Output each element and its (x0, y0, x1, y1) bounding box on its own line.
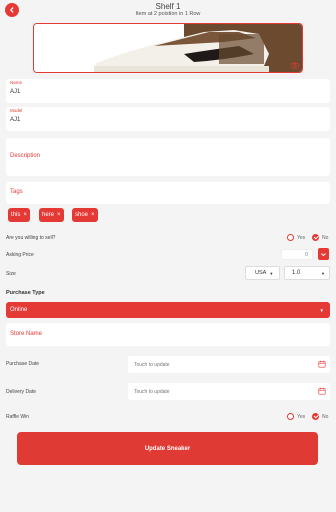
currency-dropdown[interactable] (318, 248, 329, 260)
tag-chip[interactable]: here × (39, 208, 64, 222)
asking-price-input[interactable]: 0 (281, 249, 313, 260)
delivery-date-input[interactable]: Touch to update (128, 383, 330, 400)
sell-yes-label: Yes (297, 235, 306, 241)
raffle-yes-label: Yes (297, 414, 306, 420)
calendar-icon[interactable] (318, 360, 326, 368)
model-field[interactable]: Model AJ1 (6, 107, 330, 131)
store-name-field[interactable]: Store Name (6, 323, 330, 346)
remove-tag-icon[interactable]: × (91, 212, 95, 218)
purchase-type-select[interactable]: Online ▼ (6, 302, 330, 318)
raffle-no-radio[interactable] (312, 413, 319, 420)
purchase-date-input[interactable]: Touch to update (128, 356, 330, 373)
description-field[interactable]: Description (6, 138, 330, 176)
size-label: Size (6, 271, 16, 277)
raffle-yes-radio[interactable] (287, 413, 294, 420)
page-title: Shelf 1 (155, 2, 181, 11)
calendar-icon[interactable] (318, 387, 326, 395)
tag-chip[interactable]: shoe × (72, 208, 98, 222)
update-sneaker-button[interactable]: Update Sneaker (17, 432, 318, 465)
raffle-no-label: No (322, 414, 329, 420)
model-value: AJ1 (10, 117, 21, 123)
store-name-placeholder: Store Name (10, 331, 43, 337)
purchase-date-label: Purchase Date (6, 361, 40, 367)
tags-field[interactable]: Tags (6, 182, 330, 204)
raffle-label: Raffle Win (6, 414, 29, 420)
size-region-select[interactable]: USA ▼ (245, 266, 280, 280)
asking-price-label: Asking Price (6, 252, 34, 258)
sneaker-image (34, 24, 302, 72)
name-field[interactable]: Name AJ1 (6, 79, 330, 103)
chevron-down-icon (321, 252, 326, 256)
name-value: AJ1 (10, 89, 21, 95)
size-value-select[interactable]: 1.0 ▼ (284, 266, 330, 280)
caret-down-icon: ▼ (321, 270, 325, 276)
sell-label: Are you willing to sell? (6, 235, 56, 241)
delivery-date-label: Delivery Date (6, 389, 37, 395)
tag-chip[interactable]: this × (8, 208, 30, 222)
page-subtitle: Item at 2 poistion in 1 Row (135, 11, 201, 17)
sell-no-label: No (322, 235, 329, 241)
sell-yes-radio[interactable] (287, 234, 294, 241)
camera-icon[interactable] (291, 61, 299, 69)
caret-down-icon: ▼ (319, 307, 324, 313)
remove-tag-icon[interactable]: × (23, 212, 27, 218)
sell-no-radio[interactable] (312, 234, 319, 241)
tags-placeholder: Tags (10, 189, 23, 195)
description-placeholder: Description (10, 153, 41, 159)
remove-tag-icon[interactable]: × (57, 212, 61, 218)
purchase-type-heading: Purchase Type (6, 290, 45, 296)
sneaker-photo[interactable] (33, 23, 303, 73)
caret-down-icon: ▼ (269, 270, 274, 276)
name-label: Name (10, 80, 23, 85)
model-label: Model (10, 108, 23, 113)
